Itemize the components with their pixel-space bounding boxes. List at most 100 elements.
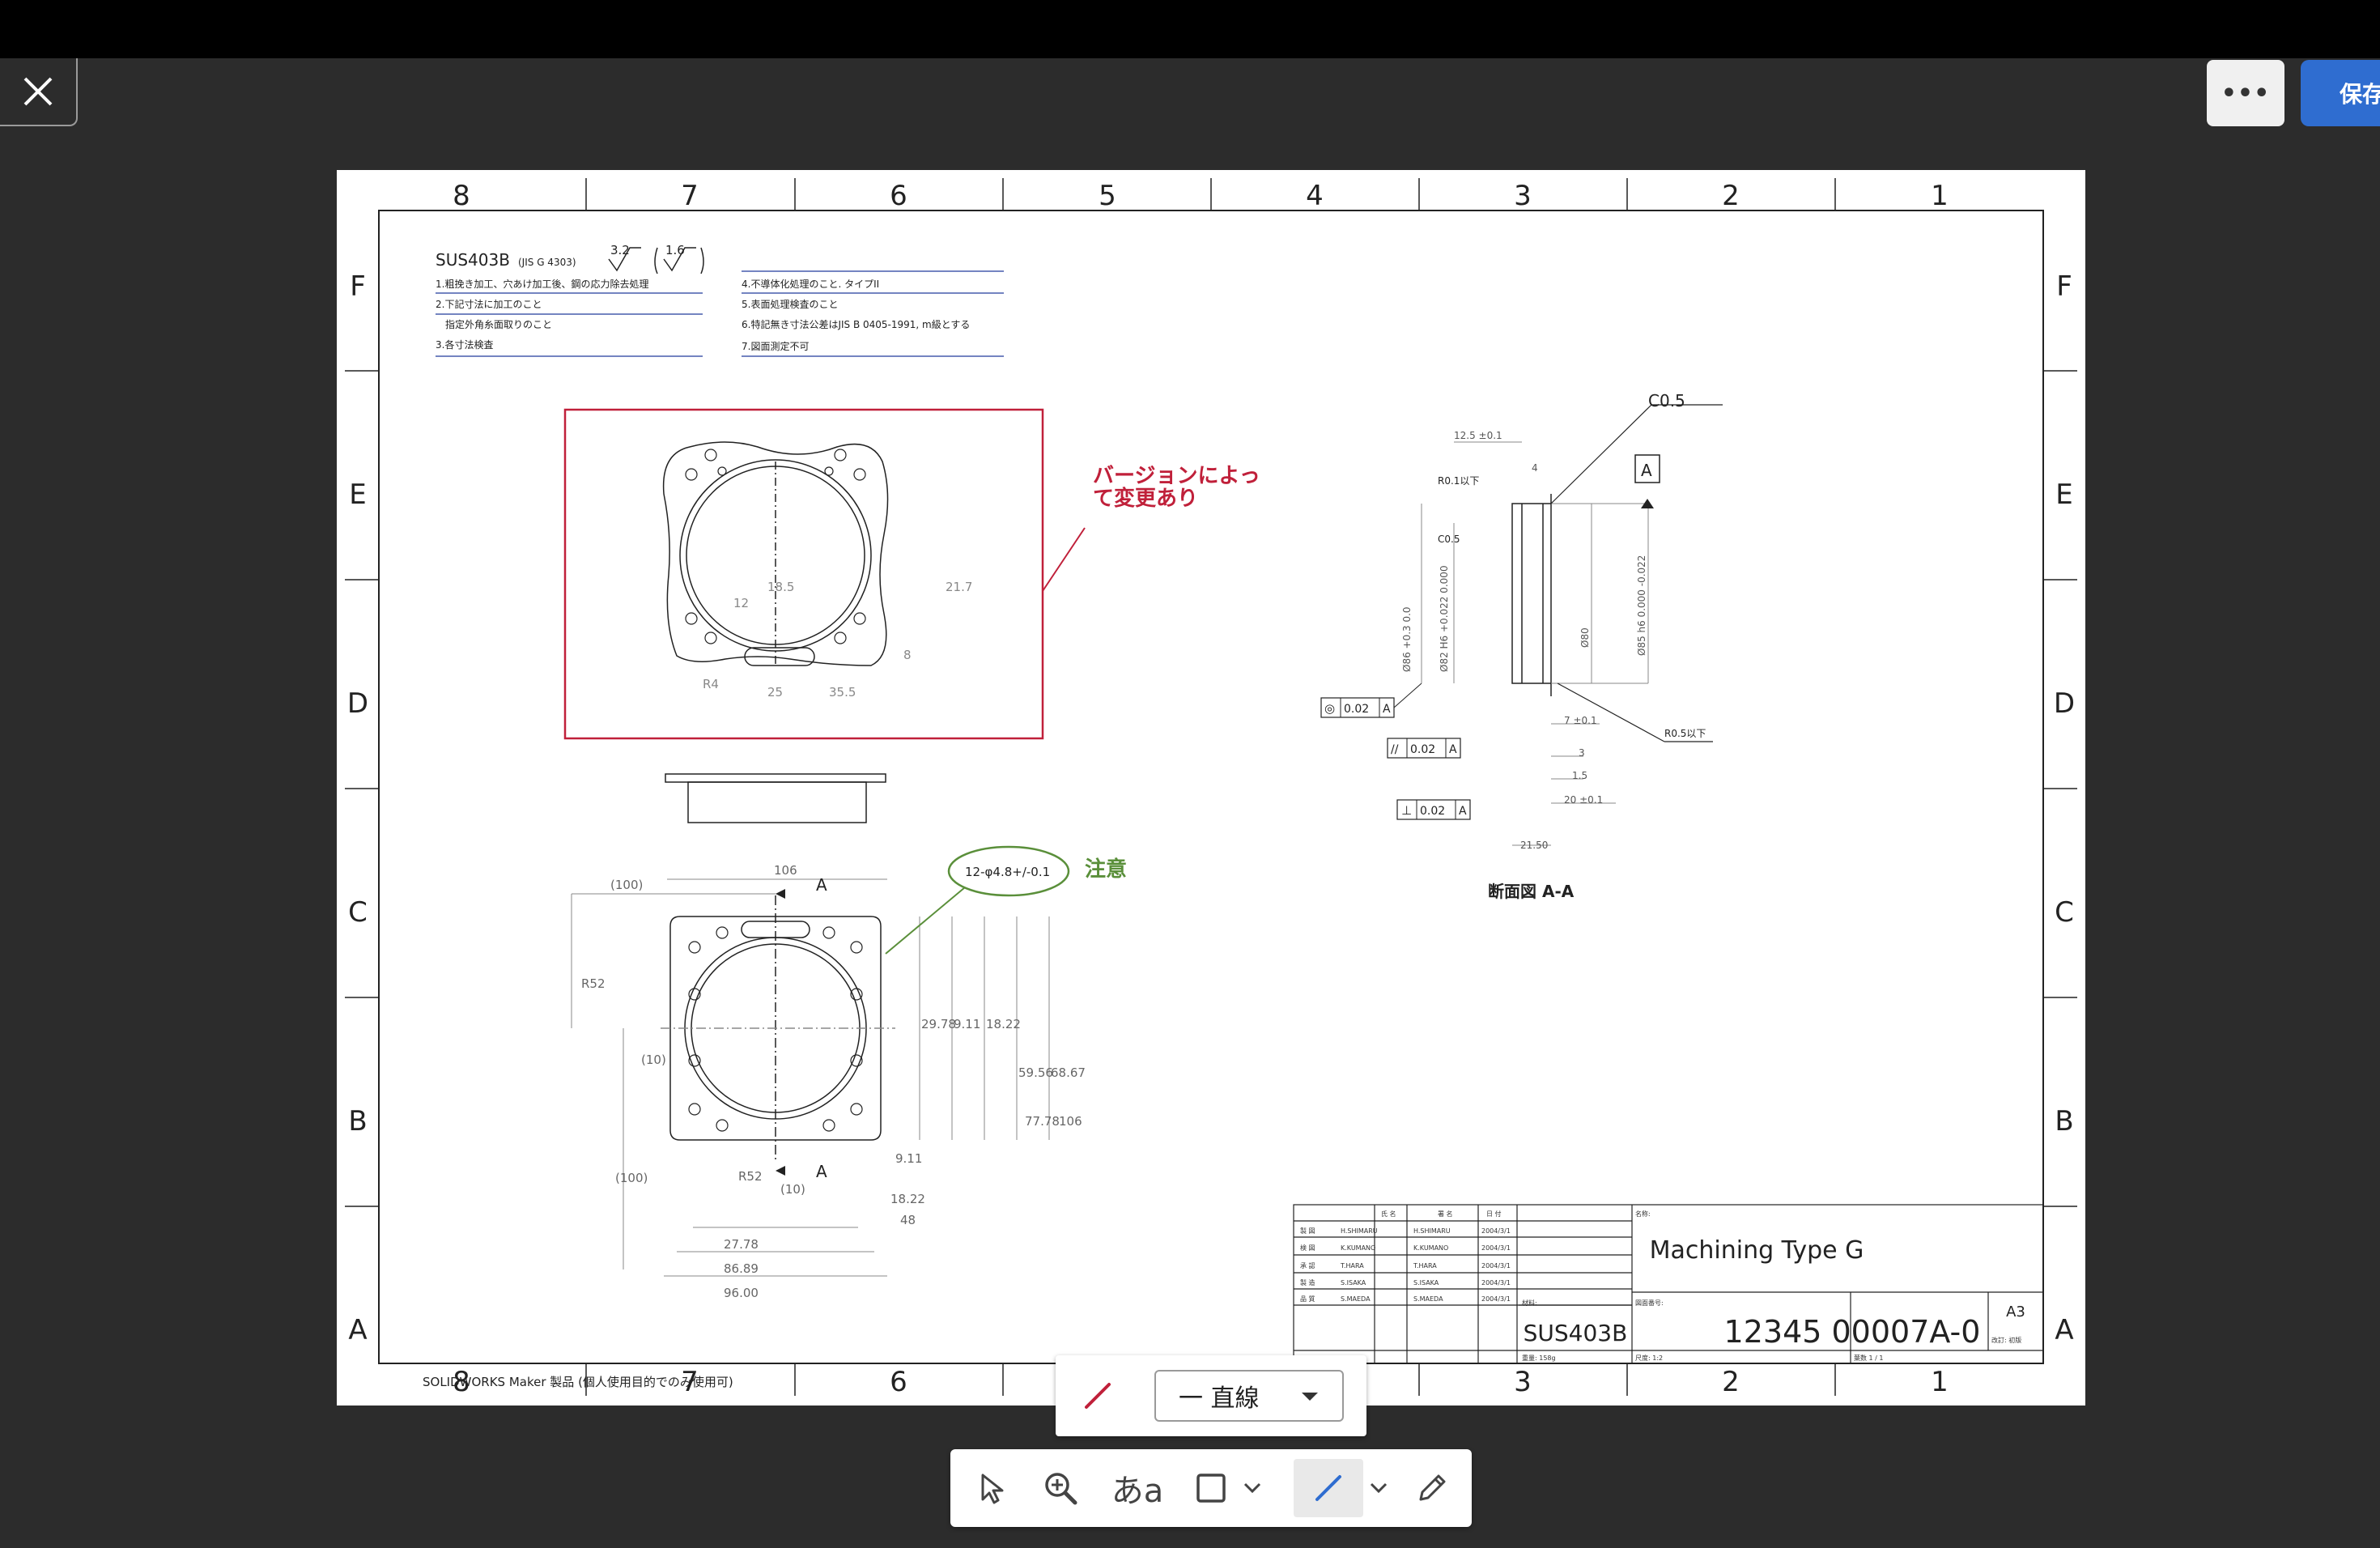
version-annotation-line2: て変更あり (1093, 486, 1198, 511)
plan-view-dimension-lines (571, 878, 1050, 1277)
dim-plan-106-right: 106 (1059, 1114, 1082, 1129)
drawing-border (378, 210, 2044, 1364)
dim-top-8: 8 (903, 648, 912, 662)
frame-row-left-C: C (348, 896, 368, 929)
tb-row2-name: K.KUMANO (1341, 1244, 1375, 1252)
rectangle-icon (1196, 1474, 1226, 1503)
close-button[interactable] (0, 58, 78, 126)
annotation-toolbar: あa (950, 1449, 1472, 1527)
dim-plan-27-78: 27.78 (724, 1237, 759, 1252)
dim-section-phi82: Ø82 H6 +0.022 0.000 (1439, 565, 1450, 672)
select-arrow-icon (981, 1474, 1004, 1504)
frame-row-left-A: A (348, 1314, 367, 1346)
close-icon (23, 77, 53, 106)
roughness-1: 3.2 (610, 243, 630, 257)
tb-row5-date: 2004/3/1 (1481, 1295, 1511, 1303)
tb-row1-role: 製 図 (1300, 1227, 1315, 1235)
dim-plan-100-lower: (100) (615, 1171, 648, 1185)
frame-row-right-B: B (2055, 1105, 2073, 1138)
line-tool-dropdown[interactable] (1365, 1459, 1392, 1517)
gdt-parallel-value: 0.02 (1410, 743, 1435, 756)
drawing-sheet[interactable]: 8 7 6 5 4 3 2 1 8 7 6 3 2 1 F E D C B A … (337, 170, 2085, 1406)
section-arrows (776, 889, 785, 1176)
section-view-label: 断面図 A-A (1488, 882, 1575, 901)
shape-tool-button[interactable] (1187, 1459, 1235, 1517)
tb-header-sign: 署 名 (1438, 1210, 1453, 1218)
gdt-perpendicular-symbol: ⊥ (1401, 803, 1412, 818)
tb-row1-sign: H.SHIMARU (1413, 1227, 1451, 1235)
caution-label: 注意 (1085, 857, 1127, 882)
frame-row-right-C: C (2055, 896, 2074, 929)
text-tool-button[interactable]: あa (1101, 1459, 1174, 1517)
note-right-4: 7.図面測定不可 (742, 340, 809, 352)
dim-plan-29-78: 29.78 (921, 1017, 956, 1031)
frame-col-bottom-3: 3 (1514, 1366, 1532, 1398)
frame-col-bottom-1: 1 (1931, 1366, 1949, 1398)
select-tool-button[interactable] (962, 1459, 1020, 1517)
dim-plan-96-00: 96.00 (724, 1286, 759, 1300)
dim-top-12: 12 (733, 596, 749, 610)
pencil-tool-button[interactable] (1404, 1459, 1460, 1517)
pencil-icon (1419, 1474, 1446, 1501)
tb-row3-name: T.HARA (1340, 1262, 1364, 1269)
tb-drawing-number: 12345 00007A-0 (1724, 1314, 1981, 1350)
tb-drawing-no-label: 図面番号: (1635, 1299, 1664, 1307)
solidworks-footer-note: SOLIDWORKS Maker 製品 (個人使用目的でのみ使用可) (423, 1375, 733, 1389)
gdt-perpendicular-frame: ⊥ 0.02 A (1396, 799, 1471, 820)
engineering-drawing: 8 7 6 5 4 3 2 1 8 7 6 3 2 1 F E D C B A … (345, 178, 2077, 1398)
frame-row-left-B: B (348, 1105, 367, 1138)
chevron-down-icon (1302, 1393, 1318, 1401)
frame-col-top-4: 4 (1306, 180, 1324, 212)
tb-row3-role: 承 認 (1300, 1261, 1315, 1269)
tb-scale-label: 尺度: 1:2 (1635, 1354, 1663, 1362)
dim-top-21-7: 21.7 (946, 580, 972, 594)
dim-plan-68-67: 68.67 (1051, 1065, 1086, 1080)
dim-plan-9-11: 9.11 (954, 1017, 980, 1031)
zoom-tool-button[interactable] (1031, 1459, 1090, 1517)
frame-col-top-7: 7 (681, 180, 699, 212)
dim-section-c05: C0.5 (1438, 534, 1460, 545)
version-callout-leader (1042, 527, 1086, 592)
tb-revision-label: 改訂: 初版 (1991, 1336, 2021, 1344)
chevron-down-icon (1243, 1482, 1261, 1494)
line-style-popover: 一 直線 (1056, 1355, 1366, 1436)
gdt-perpendicular-value: 0.02 (1420, 805, 1445, 818)
side-view-part (665, 773, 886, 823)
frame-row-right-E: E (2055, 478, 2072, 511)
gdt-concentricity-leader (1393, 683, 1422, 708)
pen-color-swatch[interactable] (1078, 1376, 1117, 1415)
dim-top-18-5: 18.5 (767, 580, 794, 594)
tb-part-name: Machining Type G (1650, 1236, 1864, 1265)
frame-col-top-8: 8 (453, 180, 470, 212)
tb-material-label: 材料: (1522, 1299, 1537, 1307)
zoom-in-icon (1045, 1473, 1077, 1505)
frame-row-right-A: A (2055, 1314, 2073, 1346)
note-right-3: 6.特記無き寸法公差はJIS B 0405-1991, m級とする (742, 318, 970, 330)
line-style-select[interactable]: 一 直線 (1154, 1370, 1344, 1422)
frame-col-top-6: 6 (890, 180, 907, 212)
version-annotation-line1: バージョンによっ (1093, 464, 1260, 488)
frame-row-right-D: D (2054, 687, 2075, 720)
section-mark-a-bottom: A (816, 1162, 827, 1181)
frame-row-left-F: F (350, 270, 366, 303)
note-left-1: 1.粗挽き加工、穴あけ加工後、鋼の応力除去処理 (436, 278, 648, 290)
line-tool-button[interactable] (1294, 1459, 1363, 1517)
dim-section-7: 7 ±0.1 (1564, 715, 1597, 726)
line-style-value: 一 直線 (1179, 1384, 1260, 1413)
tb-row3-date: 2004/3/1 (1481, 1262, 1511, 1269)
tb-material-value: SUS403B (1524, 1320, 1628, 1346)
more-options-button[interactable]: ••• (2207, 60, 2284, 126)
text-tool-icon: あa (1111, 1473, 1164, 1510)
gdt-concentricity-symbol: ◎ (1324, 701, 1335, 716)
gdt-concentricity-frame: ◎ 0.02 A (1320, 697, 1395, 718)
tb-header-date: 日 付 (1486, 1210, 1502, 1218)
tb-row1-date: 2004/3/1 (1481, 1227, 1511, 1235)
save-button[interactable]: 保存 (2301, 60, 2380, 126)
dim-plan-R52-lower: R52 (738, 1169, 763, 1184)
tb-row1-name: H.SHIMARU (1341, 1227, 1378, 1235)
version-highlight-box (563, 408, 1044, 740)
section-dimension-lines (1421, 441, 1649, 846)
roughness-2: 1.6 (665, 243, 685, 257)
dim-plan-18-22: 18.22 (986, 1017, 1021, 1031)
shape-tool-dropdown[interactable] (1239, 1459, 1266, 1517)
